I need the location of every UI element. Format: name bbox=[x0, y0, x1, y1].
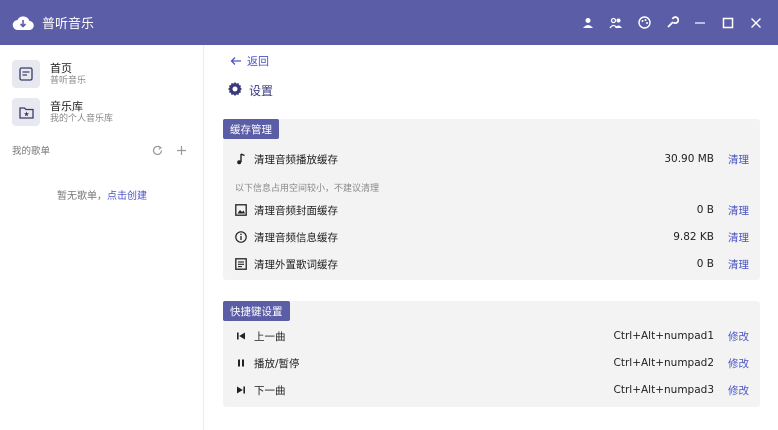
title-bar: 普听音乐 bbox=[0, 0, 778, 45]
row-value: Ctrl+Alt+numpad3 bbox=[613, 384, 714, 396]
sidebar-item-subtitle: 我的个人音乐库 bbox=[50, 113, 114, 124]
settings-page: 返回 设置 缓存管理 清理音频播放缓存 30.90 MB 清理 以下信息占用空间… bbox=[205, 45, 778, 430]
folder-star-icon bbox=[12, 98, 40, 126]
row-value: Ctrl+Alt+numpad2 bbox=[613, 357, 714, 369]
playlist-header: 我的歌单 bbox=[0, 138, 203, 162]
edit-next-shortcut-button[interactable]: 修改 bbox=[728, 383, 749, 398]
sidebar: 首页 普听音乐 音乐库 我的个人音乐库 我的歌单 暂无歌单，点击创建 bbox=[0, 45, 204, 430]
palette-icon[interactable] bbox=[632, 11, 656, 35]
gear-icon bbox=[227, 81, 243, 100]
cloud-logo-icon bbox=[12, 12, 34, 34]
shortcut-row-previous: 上一曲 Ctrl+Alt+numpad1 修改 bbox=[235, 326, 749, 346]
section-title: 快捷键设置 bbox=[223, 301, 290, 321]
page-title: 设置 bbox=[249, 84, 274, 98]
music-note-icon bbox=[235, 153, 247, 165]
info-icon bbox=[235, 231, 247, 243]
image-icon bbox=[235, 204, 247, 216]
row-label: 播放/暂停 bbox=[254, 357, 300, 370]
clear-audio-cache-button[interactable]: 清理 bbox=[728, 152, 749, 167]
skip-next-icon bbox=[235, 384, 247, 396]
skip-previous-icon bbox=[235, 330, 247, 342]
clear-info-cache-button[interactable]: 清理 bbox=[728, 230, 749, 245]
sidebar-item-subtitle: 普听音乐 bbox=[50, 75, 87, 86]
clear-cover-cache-button[interactable]: 清理 bbox=[728, 203, 749, 218]
shortcut-row-next: 下一曲 Ctrl+Alt+numpad3 修改 bbox=[235, 380, 749, 400]
edit-previous-shortcut-button[interactable]: 修改 bbox=[728, 329, 749, 344]
create-playlist-link[interactable]: 点击创建 bbox=[107, 191, 147, 202]
row-value: 0 B bbox=[696, 204, 714, 216]
edit-play-pause-shortcut-button[interactable]: 修改 bbox=[728, 356, 749, 371]
clear-lyrics-cache-button[interactable]: 清理 bbox=[728, 257, 749, 272]
row-label: 清理音频信息缓存 bbox=[254, 231, 338, 244]
back-label: 返回 bbox=[247, 55, 269, 68]
close-icon[interactable] bbox=[744, 11, 768, 35]
row-label: 清理音频播放缓存 bbox=[254, 153, 338, 166]
sidebar-item-library[interactable]: 音乐库 我的个人音乐库 bbox=[0, 94, 203, 130]
refresh-icon[interactable] bbox=[147, 140, 167, 160]
sidebar-item-title: 音乐库 bbox=[50, 99, 83, 113]
row-value: 30.90 MB bbox=[664, 153, 714, 165]
sidebar-item-home[interactable]: 首页 普听音乐 bbox=[0, 56, 203, 92]
app-title: 普听音乐 bbox=[42, 17, 95, 32]
row-label: 清理音频封面缓存 bbox=[254, 204, 338, 217]
row-value: 0 B bbox=[696, 258, 714, 270]
section-title: 缓存管理 bbox=[223, 119, 279, 139]
shortcut-settings-section: 快捷键设置 上一曲 Ctrl+Alt+numpad1 修改 播放/暂停 Ctrl… bbox=[223, 301, 760, 407]
wrench-icon[interactable] bbox=[660, 11, 684, 35]
cache-hint: 以下信息占用空间较小，不建议清理 bbox=[235, 184, 380, 194]
user-icon[interactable] bbox=[576, 11, 600, 35]
row-value: 9.82 KB bbox=[673, 231, 714, 243]
row-label: 下一曲 bbox=[254, 384, 286, 397]
document-icon bbox=[235, 258, 247, 270]
cache-row-info: 清理音频信息缓存 9.82 KB 清理 bbox=[235, 227, 749, 247]
sidebar-item-title: 首页 bbox=[50, 61, 72, 75]
home-list-icon bbox=[12, 60, 40, 88]
cache-management-section: 缓存管理 清理音频播放缓存 30.90 MB 清理 以下信息占用空间较小，不建议… bbox=[223, 119, 760, 280]
back-button[interactable]: 返回 bbox=[230, 53, 269, 69]
row-label: 上一曲 bbox=[254, 330, 286, 343]
maximize-icon[interactable] bbox=[716, 11, 740, 35]
minimize-icon[interactable] bbox=[688, 11, 712, 35]
row-label: 清理外置歌词缓存 bbox=[254, 258, 338, 271]
playlist-label: 我的歌单 bbox=[12, 146, 51, 157]
shortcut-row-play-pause: 播放/暂停 Ctrl+Alt+numpad2 修改 bbox=[235, 353, 749, 373]
arrow-left-icon bbox=[230, 56, 242, 66]
empty-playlist-tip: 暂无歌单，点击创建 bbox=[0, 187, 204, 202]
pause-icon bbox=[235, 357, 247, 369]
people-icon[interactable] bbox=[604, 11, 628, 35]
add-playlist-icon[interactable] bbox=[171, 140, 191, 160]
page-header: 设置 bbox=[227, 81, 273, 100]
row-value: Ctrl+Alt+numpad1 bbox=[613, 330, 714, 342]
cache-row-cover: 清理音频封面缓存 0 B 清理 bbox=[235, 200, 749, 220]
empty-playlist-text: 暂无歌单， bbox=[57, 191, 107, 202]
cache-row-audio: 清理音频播放缓存 30.90 MB 清理 bbox=[235, 149, 749, 169]
cache-row-lyrics: 清理外置歌词缓存 0 B 清理 bbox=[235, 254, 749, 274]
